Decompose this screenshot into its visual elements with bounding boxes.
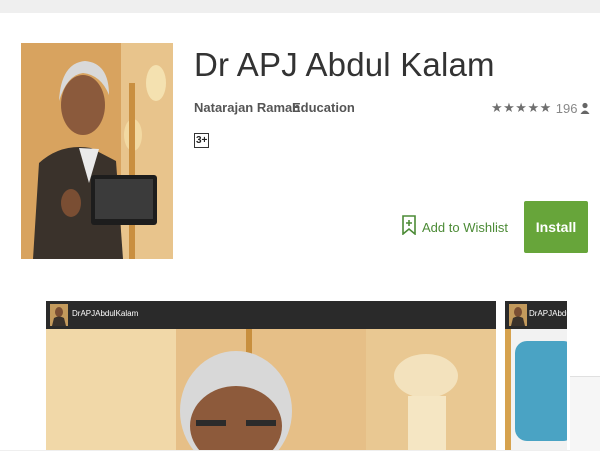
person-icon <box>580 102 590 114</box>
rating-stars: ★★★★★ <box>491 100 552 115</box>
screenshot-1-title: DrAPJAbdulKalam <box>72 309 139 318</box>
content-rating-badge: 3+ <box>194 133 210 148</box>
screenshot-2-title: DrAPJAbdulKalam <box>529 309 567 318</box>
rating: ★★★★★ 196 <box>491 99 590 117</box>
app-details-card: Dr APJ Abdul Kalam Natarajan Raman Educa… <box>0 13 600 451</box>
bookmark-plus-icon <box>402 214 416 240</box>
scroll-strip <box>570 376 600 451</box>
install-button[interactable]: Install <box>524 201 588 253</box>
screenshot-2-thumb <box>509 304 527 326</box>
app-title: Dr APJ Abdul Kalam <box>194 46 495 83</box>
add-to-wishlist-button[interactable]: Add to Wishlist <box>402 214 508 240</box>
rating-count: 196 <box>555 100 578 116</box>
app-icon <box>21 43 173 259</box>
screenshot-1-header: DrAPJAbdulKalam <box>46 301 496 329</box>
wishlist-label: Add to Wishlist <box>422 219 508 235</box>
screenshot-2[interactable]: DrAPJAbdulKalam <box>505 301 567 450</box>
category-link[interactable]: Education <box>292 100 355 115</box>
screenshot-1[interactable]: DrAPJAbdulKalam <box>46 301 496 450</box>
developer-link[interactable]: Natarajan Raman <box>194 100 300 115</box>
screenshot-2-header: DrAPJAbdulKalam <box>505 301 567 329</box>
screenshot-1-thumb <box>50 304 68 326</box>
